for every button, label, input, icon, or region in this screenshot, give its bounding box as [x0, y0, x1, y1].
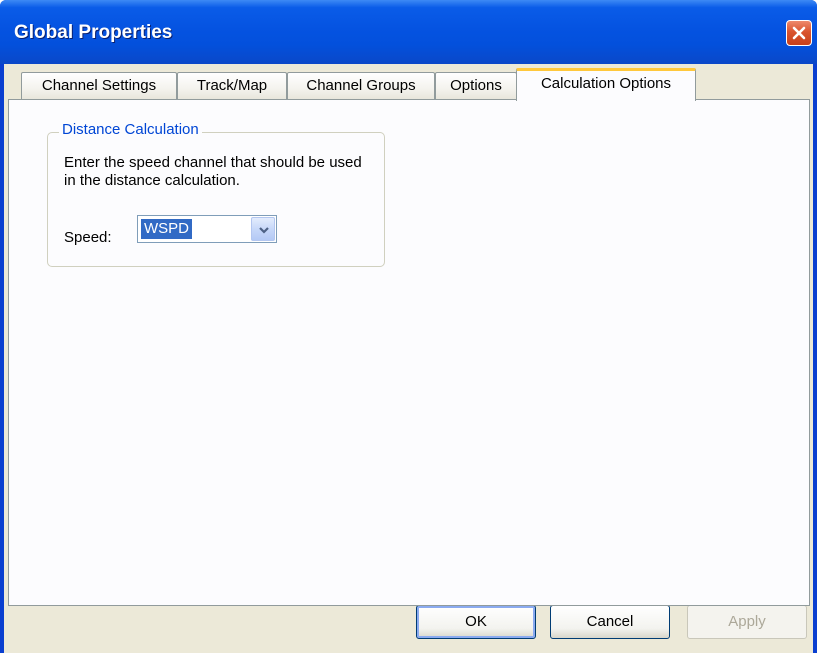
tab-label: Options [450, 77, 502, 94]
speed-label: Speed: [64, 229, 112, 246]
tab-track-map[interactable]: Track/Map [177, 72, 287, 99]
tab-label: Calculation Options [540, 75, 672, 92]
description-text: Enter the speed channel that should be u… [64, 154, 362, 189]
global-properties-window: Global Properties Channel Settings Track… [0, 0, 817, 653]
tab-label: Track/Map [196, 77, 268, 94]
apply-label: Apply [728, 613, 766, 630]
tab-calculation-options[interactable]: Calculation Options [516, 68, 696, 101]
chevron-down-icon [259, 227, 269, 234]
speed-selected-value: WSPD [141, 219, 192, 239]
tab-options[interactable]: Options [435, 72, 517, 99]
tab-label: Channel Groups [306, 77, 416, 94]
distance-calculation-groupbox [47, 132, 385, 267]
cancel-button[interactable]: Cancel [550, 605, 670, 639]
tab-label: Channel Settings [41, 77, 157, 94]
close-button[interactable] [786, 20, 812, 46]
tab-channel-settings[interactable]: Channel Settings [21, 72, 177, 99]
dropdown-button[interactable] [251, 217, 275, 241]
speed-dropdown[interactable]: WSPD [137, 215, 277, 243]
group-title: Distance Calculation [59, 121, 202, 139]
tab-channel-groups[interactable]: Channel Groups [287, 72, 435, 99]
cancel-label: Cancel [586, 613, 634, 630]
close-icon [792, 26, 806, 40]
dialog-client-area: Channel Settings Track/Map Channel Group… [4, 64, 813, 653]
window-title: Global Properties [14, 22, 173, 43]
calculation-options-panel: Distance Calculation Enter the speed cha… [8, 99, 810, 606]
ok-label: OK [465, 613, 487, 630]
title-bar[interactable]: Global Properties [0, 0, 817, 64]
apply-button[interactable]: Apply [687, 605, 807, 639]
ok-button[interactable]: OK [416, 605, 536, 639]
